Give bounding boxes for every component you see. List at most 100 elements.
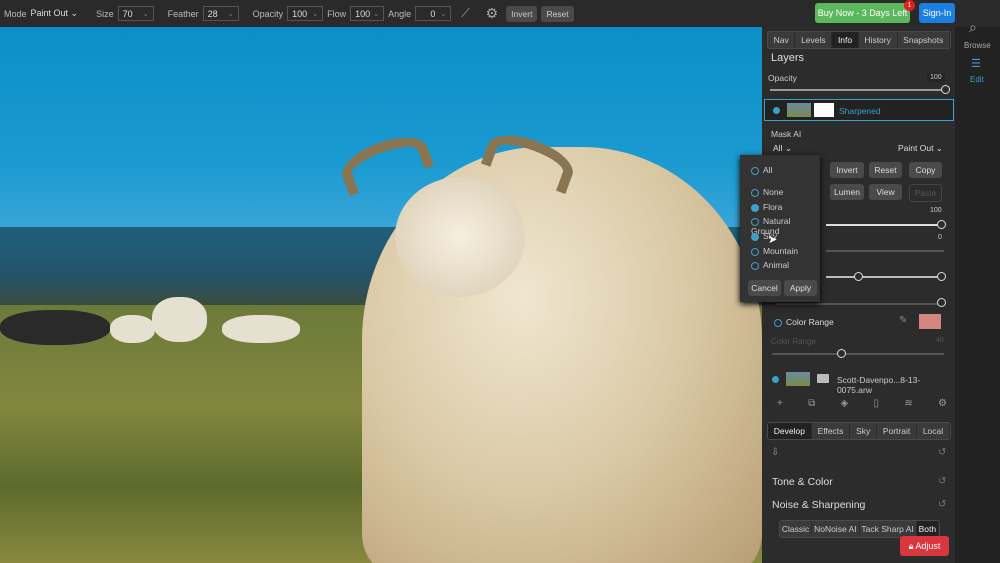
radio[interactable] — [751, 166, 759, 175]
opacity-slider[interactable] — [770, 89, 945, 91]
tab-develop[interactable]: Develop — [768, 423, 812, 439]
gear-icon[interactable]: ⚙ — [486, 5, 499, 22]
option-all[interactable]: All — [751, 165, 772, 175]
mask-slider1-value[interactable]: 100 — [930, 207, 942, 214]
sign-in-button[interactable]: Sign-In — [919, 3, 955, 23]
mask-slider2[interactable] — [826, 250, 944, 252]
tab-sky[interactable]: Sky — [850, 423, 878, 439]
tab-snapshots[interactable]: Snapshots — [898, 32, 950, 48]
tab-levels[interactable]: Levels — [795, 32, 833, 48]
angle-field[interactable]: 0 ⌄ — [415, 6, 452, 21]
layer-row-base[interactable]: Scott-Davenpo...8-13-0075.arw — [762, 367, 955, 395]
tab-nav[interactable]: Nav — [768, 32, 796, 48]
add-layer-icon[interactable]: + — [777, 398, 783, 409]
noise-sharpening-section[interactable]: Noise & Sharpening — [772, 499, 865, 511]
paste-button[interactable]: Paste — [909, 184, 942, 202]
color-range-slider[interactable] — [772, 353, 944, 355]
reset-button[interactable]: Reset — [541, 5, 574, 22]
opacity-slider-knob[interactable] — [941, 85, 950, 94]
mask-slider2-value[interactable]: 0 — [938, 234, 942, 241]
reset-icon[interactable]: ↺ — [938, 476, 946, 487]
layers-stack-icon[interactable]: ≋ — [904, 398, 912, 409]
layer-visibility-dot[interactable] — [772, 376, 779, 383]
invert-button[interactable]: Invert — [506, 5, 538, 22]
layer-row-sharpened[interactable]: Sharpened — [764, 99, 954, 121]
range-slider-knob-right[interactable] — [937, 272, 946, 281]
mask-copy-button[interactable]: Copy — [909, 162, 942, 178]
adjust-button[interactable]: 🔒︎ Adjust — [900, 536, 949, 556]
image-canvas[interactable] — [0, 27, 762, 563]
reset-icon[interactable]: ↺ — [938, 499, 946, 510]
import-preset-icon[interactable]: ⇩ — [771, 447, 779, 458]
color-range-sub-label: Color Range — [771, 337, 816, 346]
tone-color-section[interactable]: Tone & Color — [772, 476, 833, 488]
range-slider[interactable] — [826, 276, 944, 278]
chevron-down-icon: ⌄ — [142, 10, 149, 18]
tab-info[interactable]: Info — [832, 32, 859, 48]
tab-both[interactable]: Both — [916, 521, 939, 537]
feather-field[interactable]: 28 ⌄ — [202, 6, 239, 21]
radio[interactable] — [751, 261, 759, 270]
size-field[interactable]: 70 ⌄ — [117, 6, 154, 21]
layer-mask-thumbnail[interactable] — [814, 103, 834, 117]
photo-sheep — [110, 315, 155, 343]
buy-now-button[interactable]: Buy Now - 3 Days Left — [815, 3, 910, 23]
mask-invert-button[interactable]: Invert — [830, 162, 864, 178]
mask-select-value: All — [773, 143, 783, 153]
duplicate-layer-icon[interactable]: ⧉ — [808, 398, 815, 409]
view-button[interactable]: View — [869, 184, 902, 200]
radio[interactable] — [751, 188, 759, 197]
radio[interactable] — [751, 203, 759, 212]
browse-button[interactable]: Browse — [964, 41, 991, 50]
slider-knob[interactable] — [937, 298, 946, 307]
cancel-button[interactable]: Cancel — [748, 280, 781, 296]
eyedropper-icon[interactable]: ✎ — [899, 315, 907, 326]
range-slider-knob-left[interactable] — [854, 272, 863, 281]
magic-wand-icon[interactable]: ⟋ — [461, 6, 469, 21]
browse-icon[interactable]: ⌕ — [969, 19, 977, 36]
layers-title: Layers — [771, 52, 805, 64]
radio[interactable] — [751, 247, 759, 256]
tab-local[interactable]: Local — [917, 423, 950, 439]
option-none[interactable]: None — [751, 187, 783, 197]
color-range-swatch[interactable] — [919, 314, 941, 329]
apply-button[interactable]: Apply — [784, 280, 817, 296]
mask-mode-select[interactable]: Paint Out ⌄ — [898, 143, 943, 154]
layer-visibility-dot[interactable] — [773, 107, 780, 114]
mask-reset-button[interactable]: Reset — [869, 162, 902, 178]
lumen-button[interactable]: Lumen — [830, 184, 864, 200]
radio[interactable] — [751, 217, 759, 226]
edit-button[interactable]: Edit — [970, 75, 984, 84]
color-range-knob[interactable] — [837, 349, 846, 358]
radio[interactable] — [751, 232, 759, 241]
reset-icon[interactable]: ↺ — [938, 447, 946, 458]
mask-ai-select[interactable]: All ⌄ — [773, 143, 792, 154]
mask-slider1-knob[interactable] — [937, 220, 946, 229]
flow-field[interactable]: 100 ⌄ — [350, 6, 385, 21]
option-mountain[interactable]: Mountain — [751, 246, 798, 256]
tab-classic[interactable]: Classic — [780, 521, 813, 537]
copy-layer-icon[interactable]: ▯ — [874, 398, 880, 409]
mask-slider1[interactable] — [826, 224, 941, 226]
fill-icon[interactable]: ◈ — [841, 398, 849, 409]
tab-portrait[interactable]: Portrait — [877, 423, 918, 439]
opacity-field[interactable]: 100 ⌄ — [287, 6, 324, 21]
color-range-toggle[interactable]: Color Range — [774, 317, 834, 327]
edit-sliders-icon[interactable]: ☰ — [971, 57, 981, 70]
mask-icon[interactable] — [817, 374, 829, 383]
angle-label: Angle — [388, 8, 412, 19]
opacity-label: Opacity — [768, 73, 797, 83]
tab-tack-sharp-ai[interactable]: Tack Sharp AI — [860, 521, 917, 537]
option-flora[interactable]: Flora — [751, 202, 782, 212]
slider[interactable] — [776, 303, 944, 305]
settings-icon[interactable]: ⚙ — [938, 398, 947, 409]
option-label: Animal — [763, 260, 789, 270]
color-range-radio[interactable] — [774, 318, 782, 327]
tab-nonoise-ai[interactable]: NoNoise AI — [812, 521, 860, 537]
option-animal[interactable]: Animal — [751, 260, 789, 270]
tab-effects[interactable]: Effects — [812, 423, 851, 439]
tab-history[interactable]: History — [859, 32, 898, 48]
mode-dropdown[interactable]: Paint Out ⌄ — [31, 8, 79, 19]
opacity-value[interactable]: 100 — [927, 73, 945, 82]
photo-sheep — [152, 297, 207, 342]
